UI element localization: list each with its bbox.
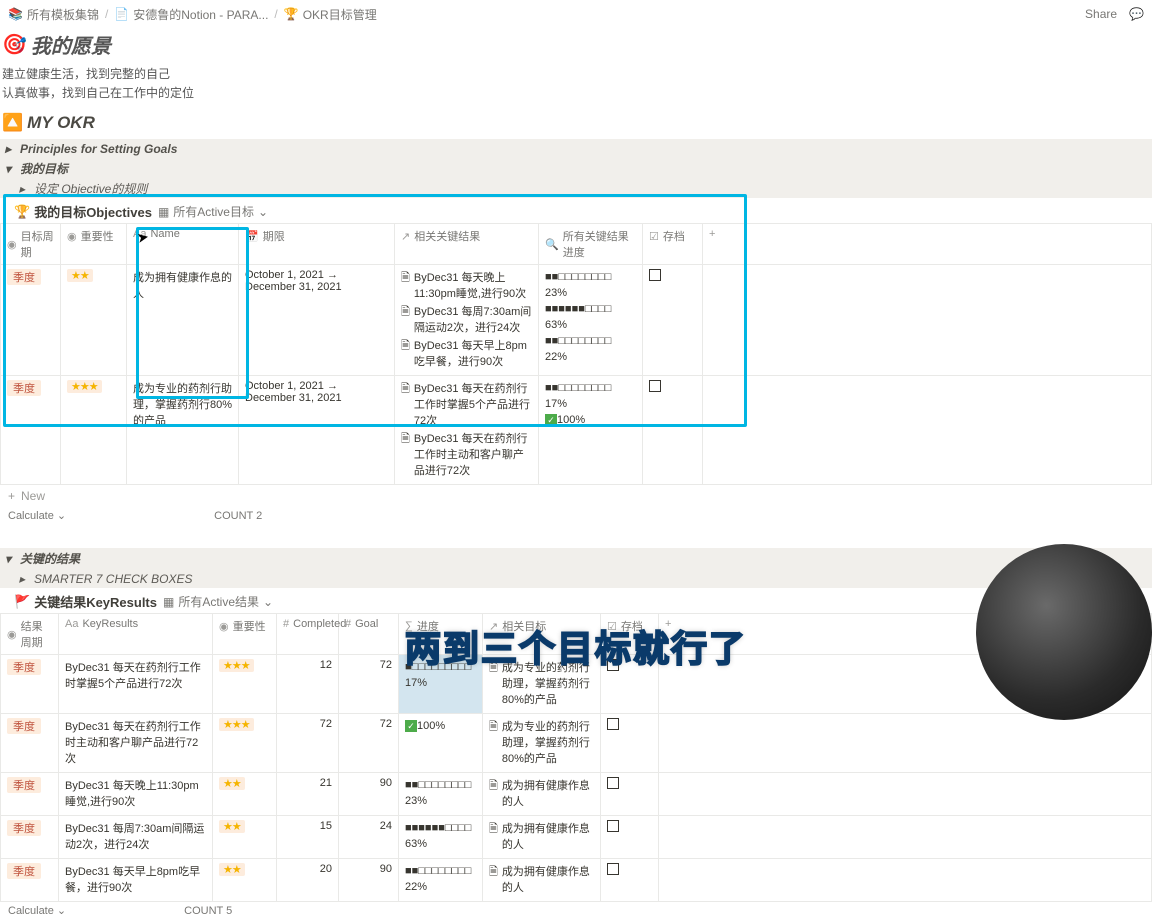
toggle-principles[interactable]: ▸ Principles for Setting Goals xyxy=(0,139,1152,158)
breadcrumb-sep: / xyxy=(274,7,277,21)
col-related[interactable]: ↗相关关键结果 xyxy=(395,224,539,265)
arrow-up-icon: 🔼 xyxy=(2,113,23,133)
table-row[interactable]: 季度ByDec31 每天在药剂行工作时主动和客户聊产品进行72次★★★7272✓… xyxy=(1,714,1152,773)
rollup-icon: 🔍 xyxy=(545,238,559,251)
checkbox-icon: ☑ xyxy=(649,230,659,243)
col-completed[interactable]: #Completed xyxy=(277,614,339,655)
target-icon: 🎯 xyxy=(2,32,27,57)
table-row[interactable]: 季度ByDec31 每天晚上11:30pm睡觉,进行90次★★2190■■□□□… xyxy=(1,773,1152,816)
new-row-button[interactable]: +New xyxy=(0,485,1152,507)
select-icon: ◉ xyxy=(67,230,77,243)
select-icon: ◉ xyxy=(7,628,17,641)
view-selector[interactable]: ▦所有Active目标⌄ xyxy=(158,203,268,220)
objectives-table: ◉目标周期 ◉重要性 AaName 📅期限 ↗相关关键结果 🔍所有关键结果进度 … xyxy=(0,223,1152,485)
top-bar: 📚所有模板集锦 / 📄安德鲁的Notion - PARA... / 🏆OKR目标… xyxy=(0,0,1152,28)
col-add[interactable]: + xyxy=(703,224,1152,265)
chevron-down-icon: ⌄ xyxy=(258,205,268,219)
toggle-my-goals[interactable]: ▾ 我的目标 xyxy=(0,158,1152,179)
comment-icon[interactable]: 💬 xyxy=(1129,7,1144,21)
col-period[interactable]: ◉结果周期 xyxy=(1,614,59,655)
col-kr[interactable]: AaKeyResults xyxy=(59,614,213,655)
col-goal[interactable]: #Goal xyxy=(339,614,399,655)
caret-right-icon[interactable]: ▸ xyxy=(0,142,16,156)
toggle-results[interactable]: ▾ 关键的结果 xyxy=(0,548,1152,569)
col-deadline[interactable]: 📅期限 xyxy=(239,224,395,265)
page-icon: 📄 xyxy=(114,7,129,21)
table-icon: ▦ xyxy=(158,205,169,219)
breadcrumb-sep: / xyxy=(105,7,108,21)
archive-checkbox[interactable] xyxy=(649,380,661,392)
toggle-smarter[interactable]: ▸ SMARTER 7 CHECK BOXES xyxy=(0,569,1152,588)
archive-checkbox[interactable] xyxy=(607,863,619,875)
breadcrumb: 📚所有模板集锦 / 📄安德鲁的Notion - PARA... / 🏆OKR目标… xyxy=(8,6,377,23)
cursor-icon: ➤ xyxy=(136,228,151,247)
table-row[interactable]: 季度ByDec31 每周7:30am间隔运动2次，进行24次★★1524■■■■… xyxy=(1,816,1152,859)
objectives-footer: Calculate ⌄ COUNT 2 xyxy=(0,507,1152,524)
col-archive[interactable]: ☑存档 xyxy=(643,224,703,265)
clipboard-icon: 📚 xyxy=(8,7,23,21)
number-icon: # xyxy=(283,618,289,630)
webcam-overlay xyxy=(976,544,1152,720)
archive-checkbox[interactable] xyxy=(607,820,619,832)
date-icon: 📅 xyxy=(245,230,259,243)
page-icon: 🗎 xyxy=(401,269,410,288)
select-icon: ◉ xyxy=(219,620,229,633)
view-selector[interactable]: ▦所有Active结果⌄ xyxy=(163,593,273,610)
page-icon: 🗎 xyxy=(401,430,410,449)
relation-icon: ↗ xyxy=(401,230,410,243)
vision-line-1: 建立健康生活，找到完整的自己 xyxy=(2,65,1150,84)
objectives-db-header: 🏆我的目标Objectives ▦所有Active目标⌄ xyxy=(0,198,1152,223)
flag-icon: 🚩 xyxy=(14,594,30,610)
breadcrumb-item-para[interactable]: 📄安德鲁的Notion - PARA... xyxy=(114,6,268,23)
caret-right-icon[interactable]: ▸ xyxy=(14,572,30,586)
table-row[interactable]: 季度 ★★★ 成为专业的药剂行助理，掌握药剂行80%的产品 October 1,… xyxy=(1,376,1152,485)
okr-heading: 🔼 MY OKR xyxy=(0,111,1152,139)
archive-checkbox[interactable] xyxy=(649,269,661,281)
col-importance[interactable]: ◉重要性 xyxy=(213,614,277,655)
trophy-icon: 🏆 xyxy=(284,7,299,21)
plus-icon: + xyxy=(8,489,15,503)
trophy-icon: 🏆 xyxy=(14,204,30,220)
toggle-setting-rule[interactable]: ▸ 设定 Objective的规则 xyxy=(0,179,1152,198)
video-caption: 两到三个目标就行了 xyxy=(405,620,747,672)
vision-line-2: 认真做事，找到自己在工作中的定位 xyxy=(2,84,1150,103)
page-icon: 🗎 xyxy=(401,303,410,322)
archive-checkbox[interactable] xyxy=(607,777,619,789)
caret-right-icon[interactable]: ▸ xyxy=(14,182,30,196)
table-row[interactable]: 季度ByDec31 每天早上8pm吃早餐，进行90次★★2090■■□□□□□□… xyxy=(1,859,1152,902)
col-importance[interactable]: ◉重要性 xyxy=(61,224,127,265)
table-icon: ▦ xyxy=(163,595,174,609)
page-icon: 🗎 xyxy=(401,380,410,399)
page-icon: 🗎 xyxy=(401,337,410,356)
caret-down-icon[interactable]: ▾ xyxy=(0,552,16,566)
plus-icon: + xyxy=(709,228,715,240)
check-icon: ✓ xyxy=(545,414,557,426)
table-row[interactable]: 季度 ★★ 成为拥有健康作息的人 October 1, 2021 → Decem… xyxy=(1,265,1152,376)
select-icon: ◉ xyxy=(7,238,17,251)
caret-down-icon[interactable]: ▾ xyxy=(0,162,16,176)
col-progress[interactable]: 🔍所有关键结果进度 xyxy=(539,224,643,265)
kr-footer: Calculate ⌄ COUNT 5 xyxy=(0,902,1152,919)
breadcrumb-item-okr[interactable]: 🏆OKR目标管理 xyxy=(284,6,377,23)
vision-heading: 🎯 我的愿景 xyxy=(0,28,1152,65)
calculate-menu[interactable]: Calculate ⌄ xyxy=(8,904,66,917)
text-icon: Aa xyxy=(65,618,78,630)
chevron-down-icon: ⌄ xyxy=(263,595,273,609)
breadcrumb-item-templates[interactable]: 📚所有模板集锦 xyxy=(8,6,99,23)
col-period[interactable]: ◉目标周期 xyxy=(1,224,61,265)
share-button[interactable]: Share xyxy=(1085,7,1117,21)
calculate-menu[interactable]: Calculate ⌄ xyxy=(8,509,66,522)
number-icon: # xyxy=(345,618,351,630)
